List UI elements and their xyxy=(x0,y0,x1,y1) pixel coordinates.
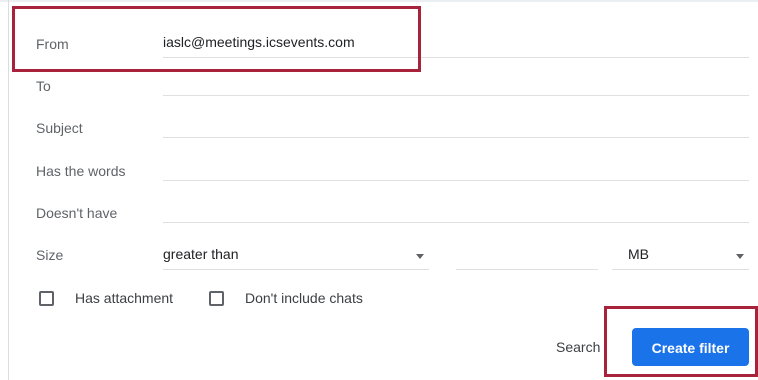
size-amount-input[interactable] xyxy=(456,241,598,270)
from-label: From xyxy=(36,36,69,52)
size-label: Size xyxy=(36,247,64,263)
dont-include-chats-label: Don't include chats xyxy=(245,290,363,306)
has-words-field[interactable] xyxy=(163,152,749,181)
panel-top-border xyxy=(0,0,758,2)
subject-field[interactable] xyxy=(163,109,749,138)
subject-label: Subject xyxy=(36,120,83,136)
chevron-down-icon xyxy=(416,254,424,259)
has-attachment-label: Has attachment xyxy=(75,290,174,306)
create-filter-panel: From iaslc@meetings.icsevents.com To Sub… xyxy=(0,0,758,380)
to-field[interactable] xyxy=(163,67,749,96)
search-button[interactable]: Search xyxy=(556,339,600,355)
create-filter-button[interactable]: Create filter xyxy=(632,328,749,366)
has-attachment-checkbox[interactable] xyxy=(39,291,54,306)
doesnt-have-label: Doesn't have xyxy=(36,205,118,221)
from-field-value: iaslc@meetings.icsevents.com xyxy=(163,34,355,50)
to-label: To xyxy=(36,78,51,94)
panel-left-border xyxy=(8,0,9,380)
chevron-down-icon xyxy=(736,254,744,259)
has-words-label: Has the words xyxy=(36,163,126,179)
dont-include-chats-checkbox[interactable] xyxy=(209,291,224,306)
doesnt-have-field[interactable] xyxy=(163,194,749,223)
size-unit-select[interactable]: MB xyxy=(612,241,749,270)
size-unit-value: MB xyxy=(628,246,649,262)
size-operator-value: greater than xyxy=(163,246,239,262)
size-operator-select[interactable]: greater than xyxy=(163,241,429,270)
